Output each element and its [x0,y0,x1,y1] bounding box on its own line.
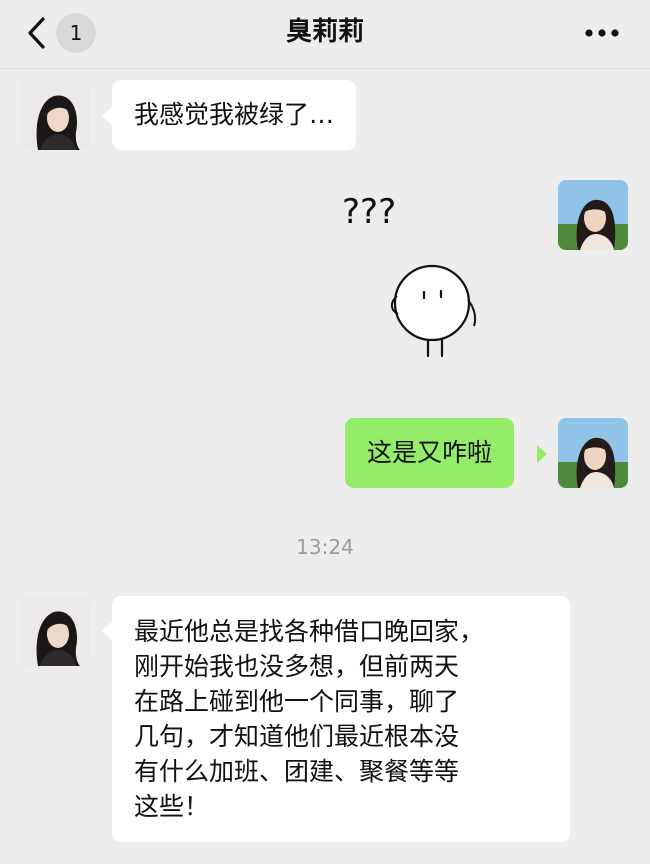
message-text-line: 这些！ [134,792,210,821]
message-timestamp: 13:24 [296,535,354,559]
message-text-line: 刚开始我也没多想，但前两天 [134,652,460,681]
message-text: 我感觉我被绿了… [134,100,335,129]
contact-avatar[interactable] [20,80,90,150]
more-dots-icon[interactable] [582,22,622,44]
message-bubble[interactable]: 这是又咋啦 [345,418,515,488]
message-text: 这是又咋啦 [367,438,493,467]
my-avatar[interactable] [558,418,628,488]
message-text-line: 有什么加班、团建、聚餐等等 [134,757,460,786]
confused-face-sticker[interactable]: ??? [330,178,490,358]
message-bubble[interactable]: 最近他总是找各种借口晚回家， 刚开始我也没多想，但前两天 在路上碰到他一个同事，… [112,596,570,842]
message-text-line: 在路上碰到他一个同事，聊了 [134,687,460,716]
message-text-line: 最近他总是找各种借口晚回家， [134,617,485,646]
contact-avatar[interactable] [20,596,90,666]
chat-header: 1 臭莉莉 [0,0,650,69]
my-avatar[interactable] [558,180,628,250]
bubble-tail [537,445,547,463]
message-text-line: 几句，才知道他们最近根本没 [134,722,460,751]
chat-title: 臭莉莉 [285,17,364,47]
sticker-text: ??? [342,192,396,232]
message-bubble[interactable]: 我感觉我被绿了… [112,80,357,150]
bubble-tail [102,622,112,640]
bubble-tail [102,107,112,125]
